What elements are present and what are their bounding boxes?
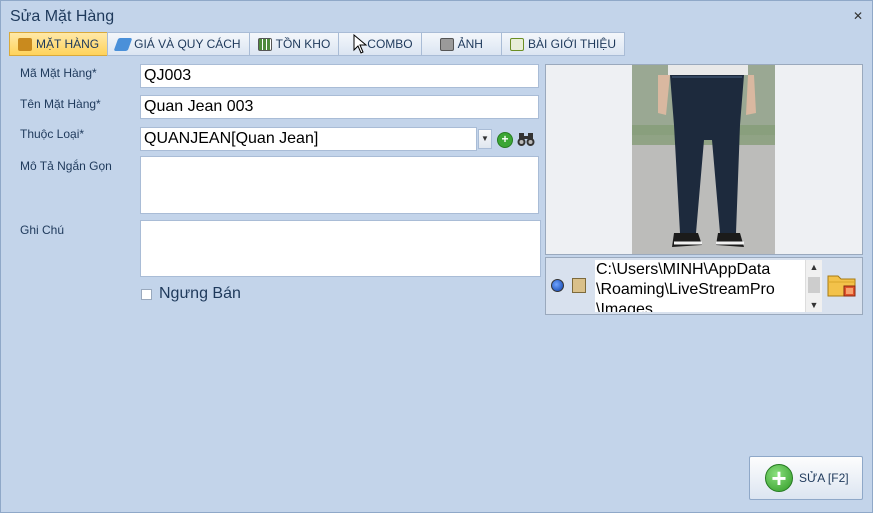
paste-icon[interactable] <box>572 278 586 293</box>
close-icon[interactable]: ✕ <box>853 9 863 23</box>
camera-icon[interactable] <box>551 279 564 292</box>
grid-icon <box>257 37 272 51</box>
short-desc-textarea[interactable] <box>140 156 539 214</box>
tab-anh[interactable]: ẢNH <box>420 32 501 56</box>
stop-selling-checkbox[interactable] <box>141 289 152 300</box>
scroll-thumb[interactable] <box>808 277 820 293</box>
tab-bai-gioi-thieu[interactable]: BÀI GIỚI THIỆU <box>500 32 626 56</box>
edit-item-window: Sửa Mặt Hàng ✕ MẶT HÀNG GIÁ VÀ QUY CÁCH … <box>0 0 873 513</box>
name-label: Tên Mặt Hàng* <box>20 97 101 111</box>
scroll-up-icon[interactable]: ▲ <box>806 260 822 274</box>
add-circle-icon: + <box>765 464 793 492</box>
stop-selling-label: Ngưng Bán <box>159 285 241 302</box>
tab-bar: MẶT HÀNG GIÁ VÀ QUY CÁCH TỒN KHO COMBO Ả… <box>9 32 626 58</box>
save-button[interactable]: + SỬA [F2] <box>749 456 863 500</box>
tab-label: ẢNH <box>457 37 483 51</box>
category-select[interactable]: QUANJEAN[Quan Jean] <box>140 127 477 151</box>
scroll-down-icon[interactable]: ▼ <box>806 298 822 312</box>
note-textarea[interactable] <box>140 220 541 277</box>
category-label: Thuộc Loại* <box>20 127 85 141</box>
tab-label: BÀI GIỚI THIỆU <box>527 37 617 51</box>
tab-label: COMBO <box>367 37 413 51</box>
folder-icon[interactable] <box>827 270 857 298</box>
code-input[interactable]: QJ003 <box>140 64 539 88</box>
product-photo <box>632 65 775 254</box>
binoculars-icon[interactable] <box>517 131 535 147</box>
name-input[interactable]: Quan Jean 003 <box>140 95 539 119</box>
document-icon <box>509 37 524 51</box>
tab-gia-va-quy-cach[interactable]: GIÁ VÀ QUY CÁCH <box>107 32 249 56</box>
tab-mat-hang[interactable]: MẶT HÀNG <box>9 32 108 56</box>
tag-icon <box>113 37 133 51</box>
tab-ton-kho[interactable]: TỒN KHO <box>248 32 339 56</box>
chevron-down-icon[interactable]: ▼ <box>478 129 492 149</box>
window-title: Sửa Mặt Hàng <box>10 8 115 25</box>
product-image-panel[interactable] <box>545 64 863 255</box>
tab-label: MẶT HÀNG <box>36 37 100 51</box>
tab-combo[interactable]: COMBO <box>338 32 421 56</box>
cursor-icon <box>353 34 368 54</box>
short-desc-label: Mô Tả Ngắn Gọn <box>20 159 112 173</box>
printer-icon <box>439 37 454 51</box>
image-path-text[interactable]: C:\Users\MINH\AppData \Roaming\LiveStrea… <box>595 260 806 312</box>
box-icon <box>18 37 32 51</box>
tab-label: GIÁ VÀ QUY CÁCH <box>134 37 241 51</box>
tab-label: TỒN KHO <box>275 37 331 51</box>
add-category-icon[interactable]: + <box>497 132 513 148</box>
note-label: Ghi Chú <box>20 223 65 237</box>
image-path-panel: C:\Users\MINH\AppData \Roaming\LiveStrea… <box>545 257 863 315</box>
path-scrollbar[interactable]: ▲ ▼ <box>805 260 822 312</box>
save-button-label: SỬA [F2] <box>799 471 849 485</box>
code-label: Mã Mặt Hàng* <box>20 66 97 80</box>
jeans-illustration <box>632 65 775 254</box>
